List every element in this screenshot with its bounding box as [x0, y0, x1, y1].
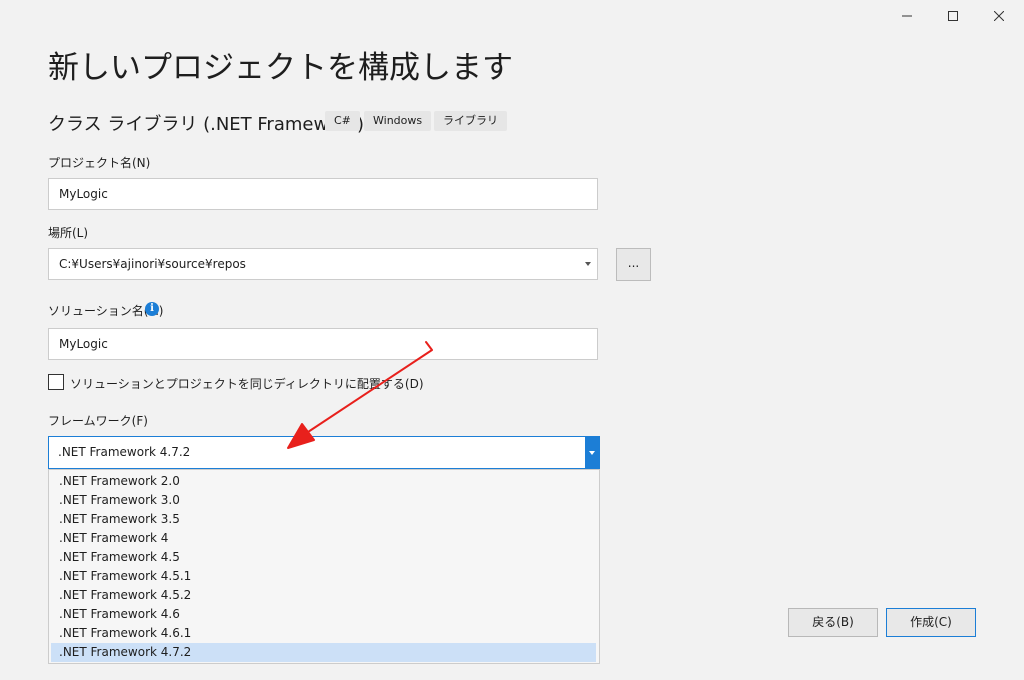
browse-button[interactable]: ... — [616, 248, 651, 281]
framework-selected-value: .NET Framework 4.7.2 — [58, 445, 191, 459]
same-directory-checkbox[interactable] — [48, 374, 64, 390]
close-icon — [994, 11, 1004, 21]
framework-option[interactable]: .NET Framework 4.6 — [51, 605, 596, 624]
framework-option[interactable]: .NET Framework 3.5 — [51, 510, 596, 529]
chevron-down-icon[interactable] — [583, 249, 593, 279]
template-name: クラス ライブラリ (.NET Framework) — [48, 114, 365, 135]
framework-option[interactable]: .NET Framework 4 — [51, 529, 596, 548]
location-value: C:¥Users¥ajinori¥source¥repos — [59, 257, 246, 271]
tag-platform: Windows — [364, 111, 432, 131]
close-button[interactable] — [976, 0, 1022, 32]
minimize-icon — [902, 15, 912, 17]
framework-option-selected[interactable]: .NET Framework 4.7.2 — [51, 643, 596, 662]
framework-select[interactable]: .NET Framework 4.7.2 — [48, 436, 600, 469]
page-title: 新しいプロジェクトを構成します — [48, 50, 513, 86]
project-name-input[interactable]: MyLogic — [48, 178, 598, 210]
tag-language: C# — [325, 111, 360, 131]
project-name-value: MyLogic — [59, 187, 108, 201]
tag-project-type: ライブラリ — [434, 111, 507, 131]
framework-label: フレームワーク(F) — [48, 414, 148, 428]
framework-option[interactable]: .NET Framework 4.5 — [51, 548, 596, 567]
framework-option[interactable]: .NET Framework 4.5.1 — [51, 567, 596, 586]
solution-name-value: MyLogic — [59, 337, 108, 351]
create-button[interactable]: 作成(C) — [886, 608, 976, 637]
framework-option[interactable]: .NET Framework 4.6.1 — [51, 624, 596, 643]
framework-option[interactable]: .NET Framework 4.5.2 — [51, 586, 596, 605]
location-combobox[interactable]: C:¥Users¥ajinori¥source¥repos — [48, 248, 598, 280]
framework-option[interactable]: .NET Framework 3.0 — [51, 491, 596, 510]
maximize-icon — [948, 11, 958, 21]
same-directory-label[interactable]: ソリューションとプロジェクトを同じディレクトリに配置する(D) — [70, 375, 424, 392]
location-label: 場所(L) — [48, 226, 89, 240]
project-name-label: プロジェクト名(N) — [48, 156, 151, 170]
minimize-button[interactable] — [884, 0, 930, 32]
maximize-button[interactable] — [930, 0, 976, 32]
chevron-down-icon[interactable] — [585, 437, 599, 468]
framework-dropdown-list[interactable]: .NET Framework 2.0 .NET Framework 3.0 .N… — [48, 469, 600, 664]
solution-name-input[interactable]: MyLogic — [48, 328, 598, 360]
info-icon[interactable]: i — [145, 302, 159, 316]
framework-option[interactable]: .NET Framework 2.0 — [51, 472, 596, 491]
back-button[interactable]: 戻る(B) — [788, 608, 878, 637]
